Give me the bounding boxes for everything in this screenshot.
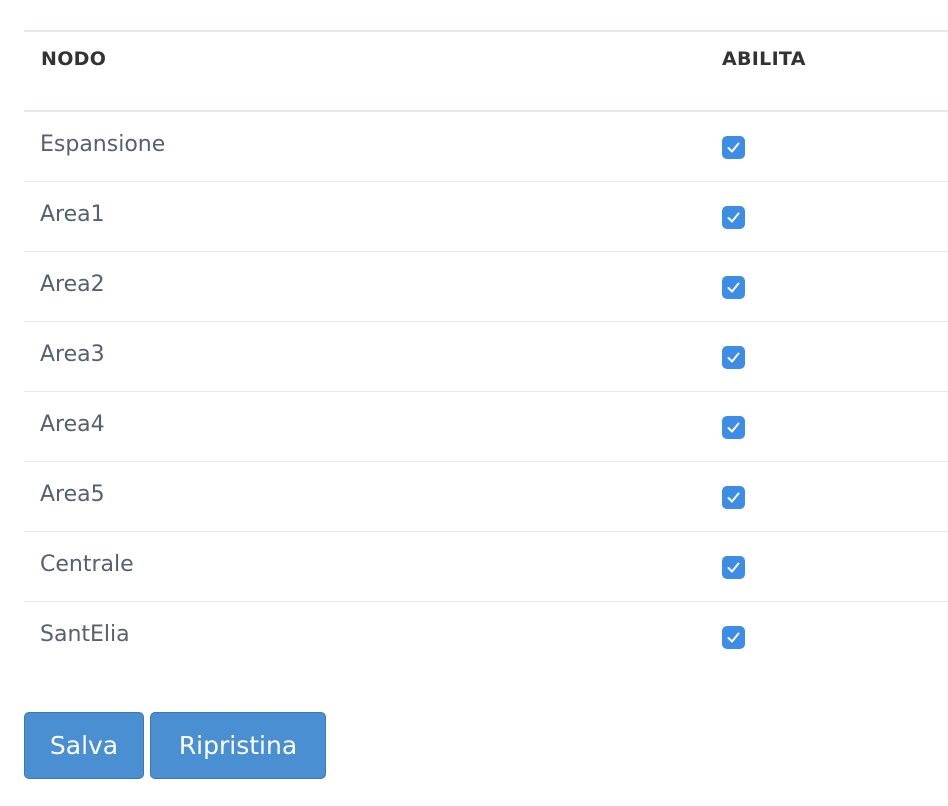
reset-button[interactable]: Ripristina bbox=[150, 712, 326, 779]
table-header: NODO ABILITA bbox=[24, 30, 948, 112]
check-icon bbox=[727, 212, 740, 223]
node-name: Area2 bbox=[40, 272, 105, 297]
table-row: Area1 bbox=[24, 182, 948, 252]
table-row: Area4 bbox=[24, 392, 948, 462]
check-icon bbox=[727, 422, 740, 433]
enable-checkbox[interactable] bbox=[722, 486, 745, 509]
table-row: SantElia bbox=[24, 602, 948, 672]
check-icon bbox=[727, 492, 740, 503]
node-name: Area5 bbox=[40, 482, 105, 507]
enable-checkbox[interactable] bbox=[722, 206, 745, 229]
enable-checkbox[interactable] bbox=[722, 276, 745, 299]
enable-checkbox[interactable] bbox=[722, 556, 745, 579]
node-name: Area4 bbox=[40, 412, 105, 437]
check-icon bbox=[727, 352, 740, 363]
column-header-node: NODO bbox=[41, 48, 107, 70]
check-icon bbox=[727, 282, 740, 293]
table-row: Area3 bbox=[24, 322, 948, 392]
enable-checkbox[interactable] bbox=[722, 346, 745, 369]
check-icon bbox=[727, 142, 740, 153]
table-row: Centrale bbox=[24, 532, 948, 602]
table-row: Espansione bbox=[24, 112, 948, 182]
enable-checkbox[interactable] bbox=[722, 416, 745, 439]
node-table: NODO ABILITA Espansione Area1 Area2 Area… bbox=[24, 30, 948, 672]
node-name: Espansione bbox=[40, 132, 166, 157]
node-name: Area3 bbox=[40, 342, 105, 367]
check-icon bbox=[727, 632, 740, 643]
node-name: Centrale bbox=[40, 552, 134, 577]
save-button[interactable]: Salva bbox=[24, 712, 144, 779]
enable-checkbox[interactable] bbox=[722, 136, 745, 159]
column-header-enable: ABILITA bbox=[722, 48, 806, 70]
node-name: Area1 bbox=[40, 202, 105, 227]
enable-checkbox[interactable] bbox=[722, 626, 745, 649]
table-row: Area2 bbox=[24, 252, 948, 322]
node-name: SantElia bbox=[40, 622, 130, 647]
table-row: Area5 bbox=[24, 462, 948, 532]
check-icon bbox=[727, 562, 740, 573]
